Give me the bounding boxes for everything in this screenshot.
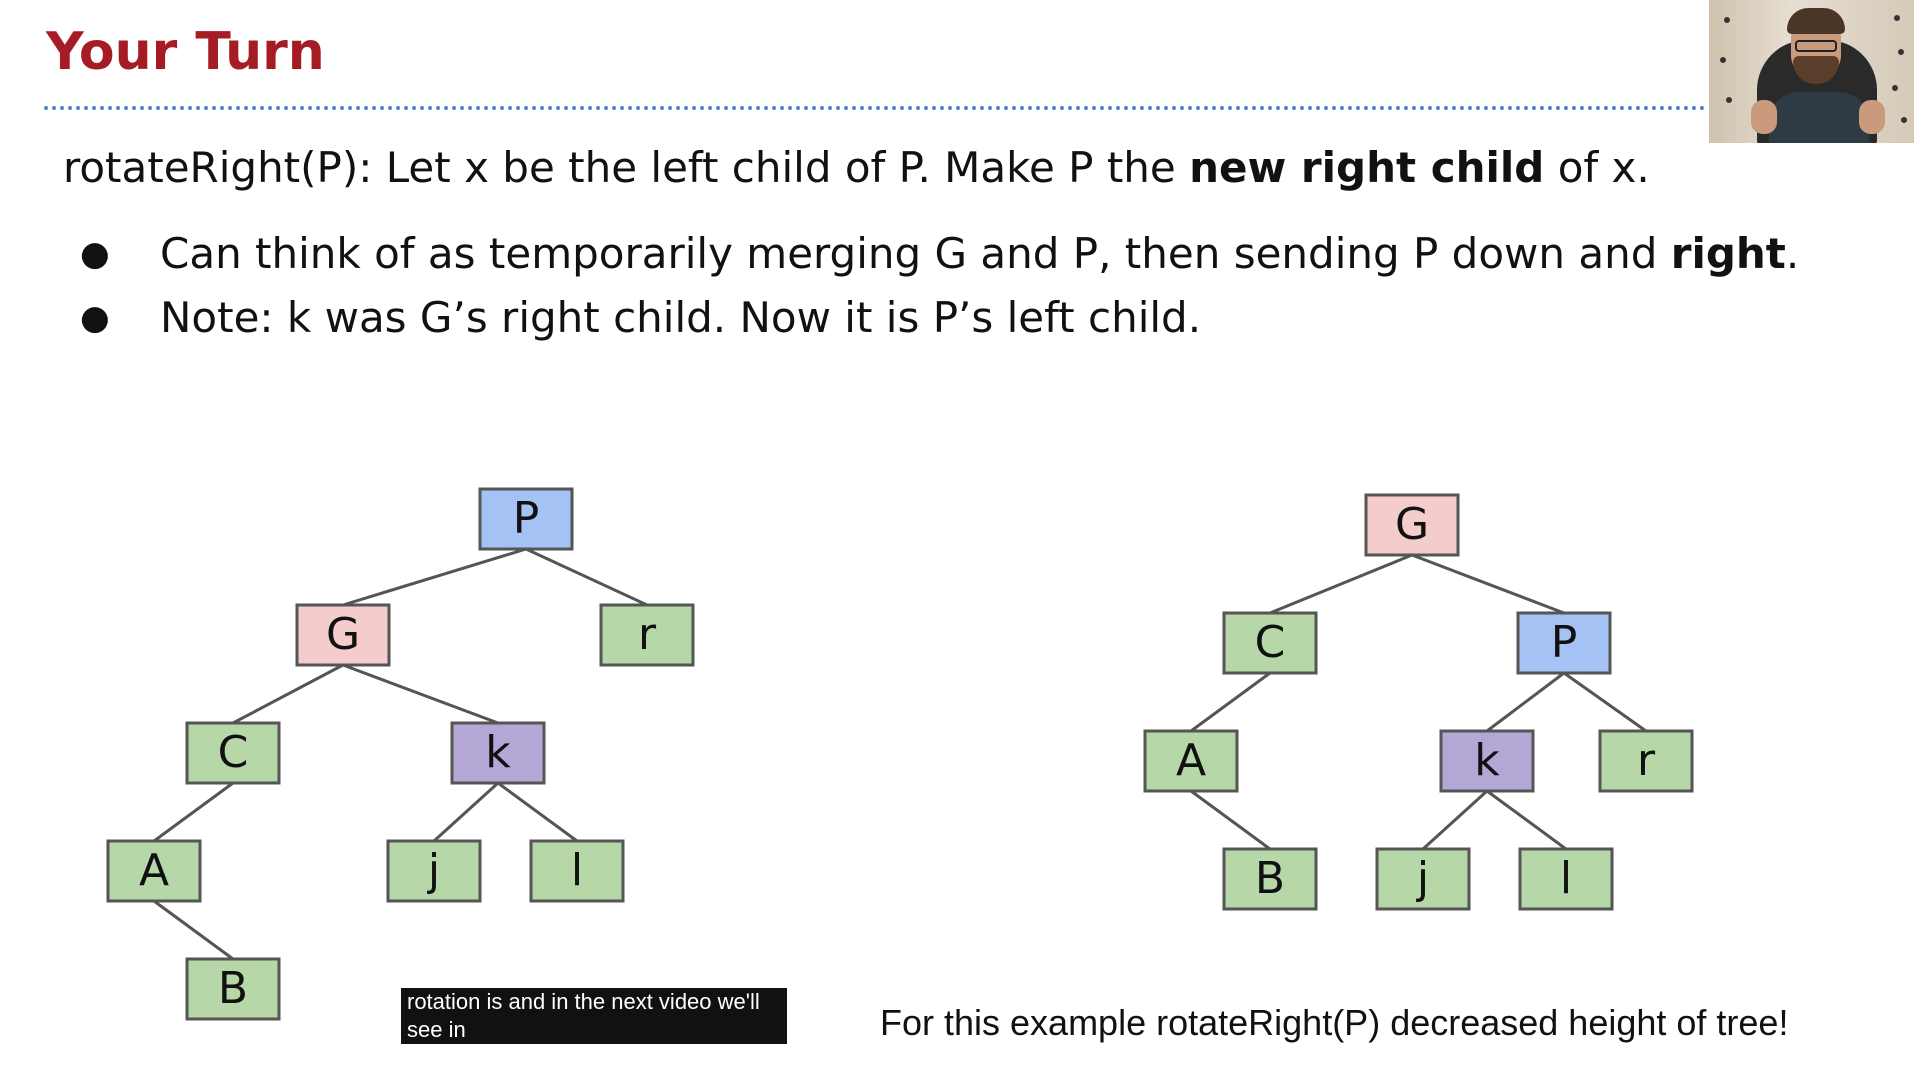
- tree-edge-k-j: [432, 781, 500, 843]
- tree-node-label-l: l: [571, 845, 583, 896]
- tree-edge-A-B: [1190, 789, 1271, 851]
- tree-node-label-C: C: [1255, 617, 1286, 668]
- tree-edge-A-B: [153, 899, 234, 961]
- tree-node-label-j: j: [1416, 853, 1429, 904]
- tree-node-label-r: r: [638, 609, 657, 660]
- tree-node-label-A: A: [139, 845, 169, 896]
- tree-edge-P-r: [1563, 671, 1647, 733]
- tree-node-label-C: C: [218, 727, 249, 778]
- tree-edge-C-A: [153, 781, 234, 843]
- tree-node-label-P: P: [513, 493, 540, 544]
- tree-node-label-k: k: [1474, 735, 1500, 786]
- tree-node-label-A: A: [1176, 735, 1206, 786]
- tree-node-label-B: B: [218, 963, 248, 1014]
- tree-edge-k-l: [497, 781, 578, 843]
- tree-node-label-j: j: [427, 845, 440, 896]
- tree-edge-G-P: [1411, 553, 1565, 615]
- tree-edge-C-A: [1190, 671, 1271, 733]
- tree-node-label-G: G: [326, 609, 360, 660]
- tree-node-label-r: r: [1637, 735, 1656, 786]
- tree-edge-P-r: [525, 547, 648, 607]
- tree-node-label-G: G: [1395, 499, 1429, 550]
- tree-edge-G-C: [1269, 553, 1413, 615]
- tree-edge-G-k: [342, 663, 499, 725]
- tree-node-label-k: k: [485, 727, 511, 778]
- tree-node-label-P: P: [1551, 617, 1578, 668]
- height-note: For this example rotateRight(P) decrease…: [880, 1002, 1789, 1043]
- caption-line-1: rotation is and in the next video we'll: [407, 989, 760, 1014]
- tree-edge-G-C: [232, 663, 344, 725]
- tree-edge-k-j: [1421, 789, 1489, 851]
- tree-after: G C P A k r B j l: [1143, 493, 1694, 911]
- tree-diagram: P G r C k A j l B G C P A k r B j l: [106, 487, 1694, 1021]
- tree-edge-P-G: [342, 547, 527, 607]
- tree-node-label-B: B: [1255, 853, 1285, 904]
- tree-node-label-l: l: [1560, 853, 1572, 904]
- tree-before: P G r C k A j l B: [106, 487, 695, 1021]
- video-caption: rotation is and in the next video we'll …: [401, 988, 787, 1044]
- tree-edge-P-k: [1486, 671, 1565, 733]
- caption-line-2: see in: [407, 1016, 466, 1044]
- tree-edge-k-l: [1486, 789, 1567, 851]
